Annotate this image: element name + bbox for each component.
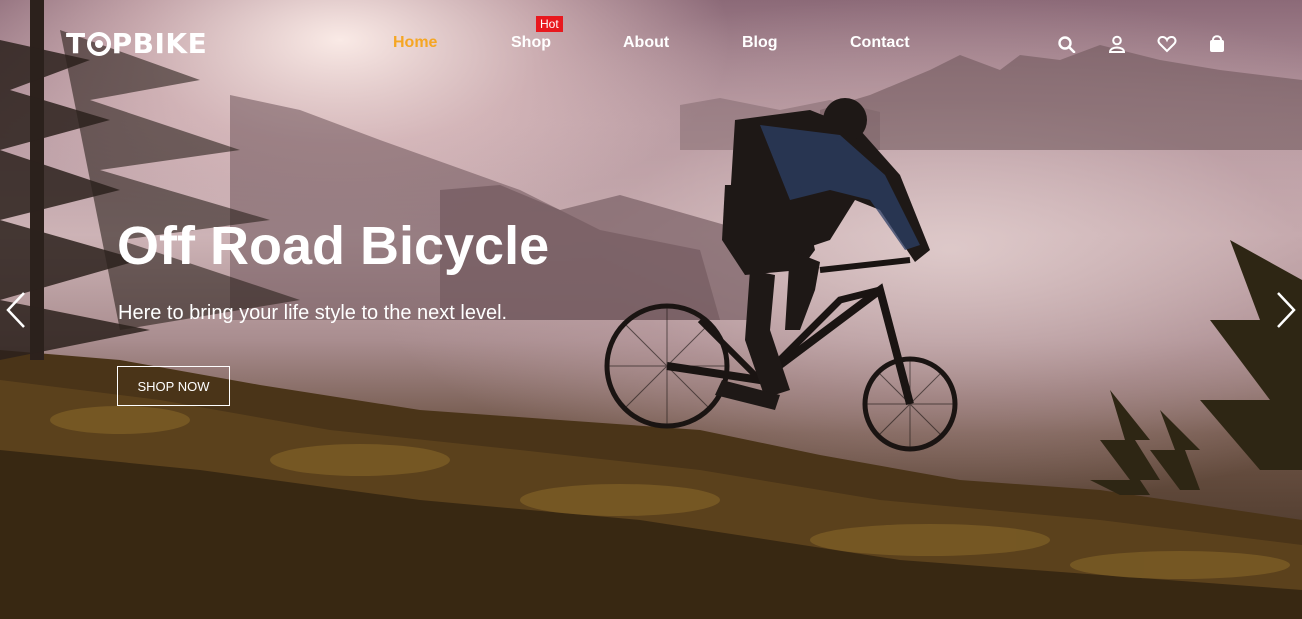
brand-logo[interactable]: T PBIKE xyxy=(66,27,207,60)
hero-subtitle: Here to bring your life style to the nex… xyxy=(118,302,508,324)
hot-badge: Hot xyxy=(536,16,563,32)
logo-text-left: T xyxy=(66,27,86,60)
logo-text-right: PBIKE xyxy=(111,27,208,60)
hero-slider: T PBIKE Home Shop About Blog Contact Hot… xyxy=(0,0,1302,619)
nav-blog[interactable]: Blog xyxy=(742,34,778,52)
nav-contact[interactable]: Contact xyxy=(850,34,910,52)
search-icon[interactable] xyxy=(1057,35,1077,53)
nav-home[interactable]: Home xyxy=(393,34,437,52)
heart-icon[interactable] xyxy=(1157,35,1177,53)
next-slide-arrow-icon[interactable] xyxy=(1274,290,1298,330)
gear-logo-icon xyxy=(86,31,111,56)
bag-icon[interactable] xyxy=(1208,34,1226,53)
user-icon[interactable] xyxy=(1108,35,1126,53)
prev-slide-arrow-icon[interactable] xyxy=(4,290,28,330)
hero-title: Off Road Bicycle xyxy=(117,216,550,276)
shop-now-button[interactable]: SHOP NOW xyxy=(117,366,230,406)
nav-about[interactable]: About xyxy=(623,34,669,52)
nav-shop[interactable]: Shop xyxy=(511,34,551,52)
